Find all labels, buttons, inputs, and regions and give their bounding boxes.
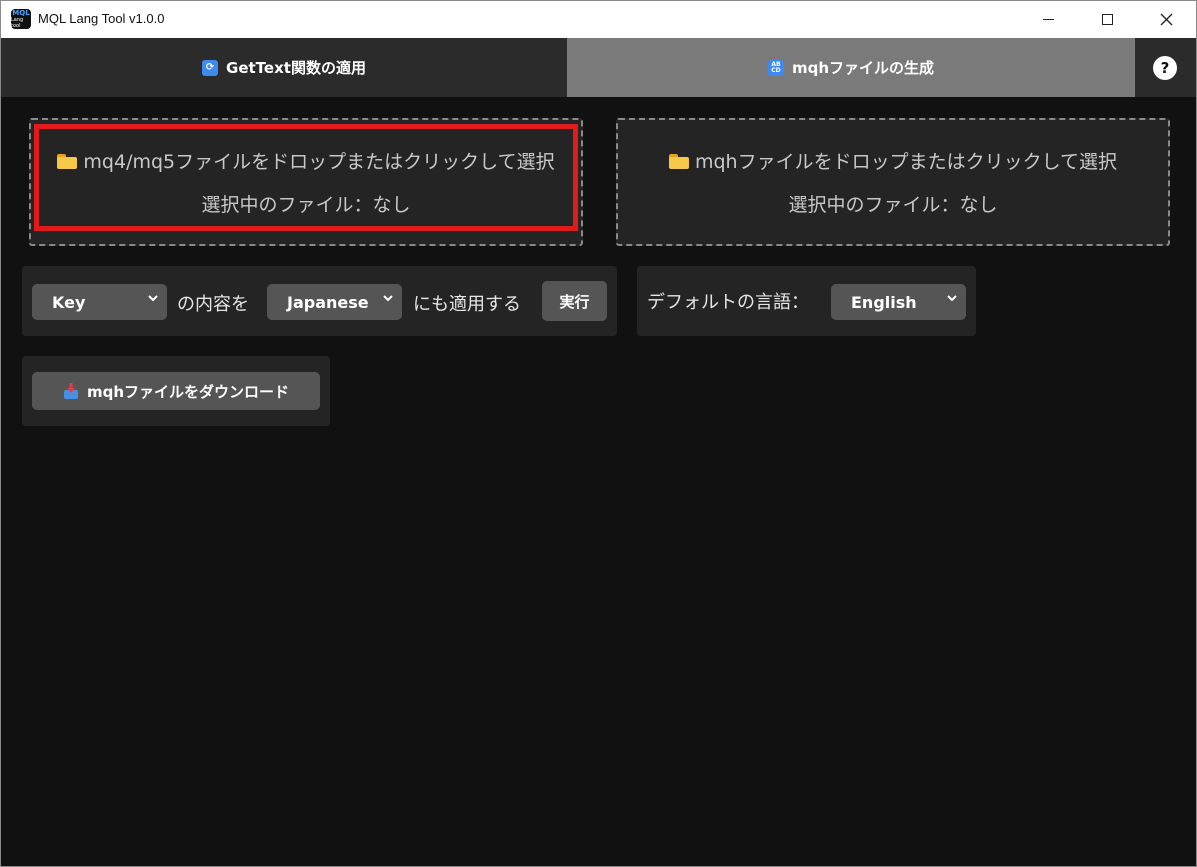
tab-label: GetText関数の適用 — [226, 59, 366, 77]
default-language-panel: デフォルトの言語： English — [637, 266, 976, 336]
maximize-icon — [1101, 14, 1113, 25]
default-language-select[interactable]: English — [831, 284, 966, 320]
refresh-icon: ⟳ — [202, 59, 219, 76]
dropzone-prompt: mqhファイルをドロップまたはクリックして選択 — [694, 151, 1118, 173]
select-value: English — [851, 292, 917, 312]
mqh-dropzone[interactable]: mqhファイルをドロップまたはクリックして選択 選択中のファイル：なし — [616, 118, 1170, 246]
window-title: MQL Lang Tool v1.0.0 — [38, 11, 165, 26]
title-bar: MQL Lang tool MQL Lang Tool v1.0.0 — [1, 1, 1196, 38]
select-value: Key — [52, 292, 86, 312]
app-logo-line1: MQL — [12, 8, 30, 17]
select-value: Japanese — [287, 292, 369, 312]
selected-file-status: 選択中のファイル：なし — [201, 194, 411, 216]
chevron-down-icon — [148, 295, 158, 302]
tab-generate-mqh[interactable]: AB CD mqhファイルの生成 — [567, 38, 1135, 97]
download-mqh-button[interactable]: mqhファイルをダウンロード — [32, 372, 320, 410]
folder-icon — [668, 154, 689, 169]
apply-also-label: にも適用する — [413, 294, 521, 315]
dropzone-prompt-line: mqhファイルをドロップまたはクリックして選択 — [668, 147, 1118, 174]
chevron-down-icon — [947, 295, 957, 302]
source-column-select[interactable]: Key — [32, 284, 167, 320]
minimize-icon — [1042, 19, 1054, 20]
run-button[interactable]: 実行 — [542, 281, 607, 321]
minimize-button[interactable] — [1019, 1, 1077, 38]
selected-file-status: 選択中のファイル：なし — [788, 194, 998, 216]
help-button[interactable]: ? — [1153, 56, 1177, 80]
app-logo-icon: MQL Lang tool — [11, 9, 31, 29]
dropzone-prompt-line: mq4/mq5ファイルをドロップまたはクリックして選択 — [57, 147, 555, 174]
tab-apply-gettext[interactable]: ⟳ GetText関数の適用 — [1, 38, 567, 97]
download-panel: mqhファイルをダウンロード — [22, 356, 330, 426]
chevron-down-icon — [383, 295, 393, 302]
target-language-select[interactable]: Japanese — [267, 284, 402, 320]
abcd-icon: AB CD — [767, 59, 784, 76]
apply-content-panel: Key の内容を Japanese にも適用する 実行 — [22, 266, 617, 336]
download-button-label: mqhファイルをダウンロード — [86, 382, 290, 401]
maximize-button[interactable] — [1078, 1, 1136, 38]
tab-label: mqhファイルの生成 — [791, 59, 935, 77]
dropzone-prompt: mq4/mq5ファイルをドロップまたはクリックして選択 — [83, 151, 555, 173]
download-icon — [63, 383, 79, 399]
close-icon — [1160, 13, 1172, 26]
default-language-label: デフォルトの言語： — [647, 292, 809, 313]
folder-icon — [57, 154, 78, 169]
app-logo-line2: Lang tool — [11, 16, 24, 29]
app-window: MQL Lang tool MQL Lang Tool v1.0.0 ⟳ Get… — [0, 0, 1197, 867]
tab-bar: ⟳ GetText関数の適用 AB CD mqhファイルの生成 ? — [1, 38, 1196, 97]
close-button[interactable] — [1137, 1, 1195, 38]
content-of-label: の内容を — [177, 294, 249, 315]
mq4-mq5-dropzone[interactable]: mq4/mq5ファイルをドロップまたはクリックして選択 選択中のファイル：なし — [29, 118, 583, 246]
